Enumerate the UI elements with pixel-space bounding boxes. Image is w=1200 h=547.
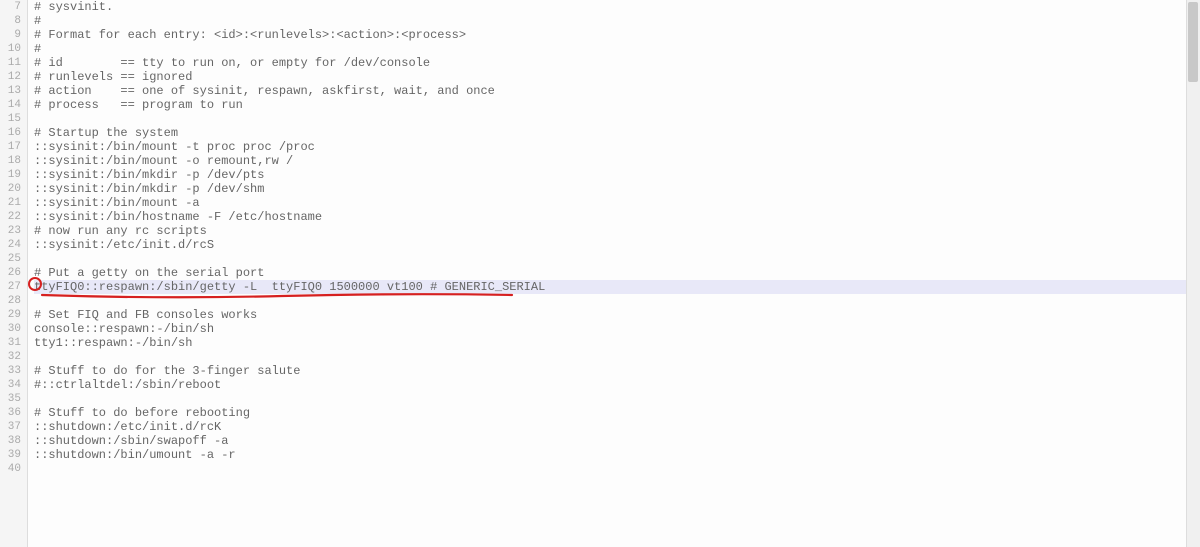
line-number: 32: [0, 350, 21, 364]
line-number: 38: [0, 434, 21, 448]
code-line[interactable]: # sysvinit.: [34, 0, 1200, 14]
line-number: 17: [0, 140, 21, 154]
vertical-scrollbar[interactable]: [1186, 0, 1200, 547]
code-line[interactable]: #::ctrlaltdel:/sbin/reboot: [34, 378, 1200, 392]
line-number: 7: [0, 0, 21, 14]
line-number: 27: [0, 280, 21, 294]
code-line[interactable]: # now run any rc scripts: [34, 224, 1200, 238]
code-line[interactable]: ::sysinit:/bin/mount -o remount,rw /: [34, 154, 1200, 168]
line-number: 15: [0, 112, 21, 126]
code-area[interactable]: # sysvinit.## Format for each entry: <id…: [28, 0, 1200, 547]
line-number: 21: [0, 196, 21, 210]
line-number: 39: [0, 448, 21, 462]
code-line[interactable]: ttyFIQ0::respawn:/sbin/getty -L ttyFIQ0 …: [34, 280, 1200, 294]
line-number: 23: [0, 224, 21, 238]
line-number: 33: [0, 364, 21, 378]
code-line[interactable]: ::sysinit:/bin/mkdir -p /dev/pts: [34, 168, 1200, 182]
code-line[interactable]: # runlevels == ignored: [34, 70, 1200, 84]
code-line[interactable]: # Set FIQ and FB consoles works: [34, 308, 1200, 322]
code-line[interactable]: ::sysinit:/bin/mount -a: [34, 196, 1200, 210]
code-line[interactable]: # id == tty to run on, or empty for /dev…: [34, 56, 1200, 70]
line-number: 14: [0, 98, 21, 112]
code-line[interactable]: [34, 392, 1200, 406]
line-number: 20: [0, 182, 21, 196]
line-number: 25: [0, 252, 21, 266]
code-line[interactable]: ::shutdown:/etc/init.d/rcK: [34, 420, 1200, 434]
code-line[interactable]: ::sysinit:/bin/hostname -F /etc/hostname: [34, 210, 1200, 224]
line-number: 10: [0, 42, 21, 56]
code-line[interactable]: [34, 462, 1200, 476]
code-line[interactable]: # action == one of sysinit, respawn, ask…: [34, 84, 1200, 98]
code-line[interactable]: # Stuff to do for the 3-finger salute: [34, 364, 1200, 378]
line-number: 34: [0, 378, 21, 392]
line-number-gutter: 7891011121314151617181920212223242526272…: [0, 0, 28, 547]
code-line[interactable]: [34, 350, 1200, 364]
line-number: 11: [0, 56, 21, 70]
line-number: 19: [0, 168, 21, 182]
code-line[interactable]: # Format for each entry: <id>:<runlevels…: [34, 28, 1200, 42]
code-line[interactable]: #: [34, 14, 1200, 28]
code-line[interactable]: ::shutdown:/sbin/swapoff -a: [34, 434, 1200, 448]
code-line[interactable]: # process == program to run: [34, 98, 1200, 112]
code-editor[interactable]: 7891011121314151617181920212223242526272…: [0, 0, 1200, 547]
scrollbar-thumb[interactable]: [1188, 2, 1198, 82]
code-line[interactable]: #: [34, 42, 1200, 56]
line-number: 30: [0, 322, 21, 336]
line-number: 16: [0, 126, 21, 140]
code-line[interactable]: [34, 294, 1200, 308]
code-line[interactable]: # Startup the system: [34, 126, 1200, 140]
line-number: 8: [0, 14, 21, 28]
code-line[interactable]: tty1::respawn:-/bin/sh: [34, 336, 1200, 350]
code-line[interactable]: # Put a getty on the serial port: [34, 266, 1200, 280]
code-line[interactable]: [34, 252, 1200, 266]
line-number: 31: [0, 336, 21, 350]
line-number: 40: [0, 462, 21, 476]
code-line[interactable]: ::sysinit:/bin/mount -t proc proc /proc: [34, 140, 1200, 154]
code-line[interactable]: ::sysinit:/bin/mkdir -p /dev/shm: [34, 182, 1200, 196]
line-number: 26: [0, 266, 21, 280]
line-number: 35: [0, 392, 21, 406]
line-number: 22: [0, 210, 21, 224]
code-line[interactable]: ::sysinit:/etc/init.d/rcS: [34, 238, 1200, 252]
line-number: 13: [0, 84, 21, 98]
line-number: 18: [0, 154, 21, 168]
line-number: 29: [0, 308, 21, 322]
line-number: 12: [0, 70, 21, 84]
code-line[interactable]: # Stuff to do before rebooting: [34, 406, 1200, 420]
line-number: 37: [0, 420, 21, 434]
code-line[interactable]: ::shutdown:/bin/umount -a -r: [34, 448, 1200, 462]
code-line[interactable]: [34, 112, 1200, 126]
line-number: 9: [0, 28, 21, 42]
line-number: 24: [0, 238, 21, 252]
line-number: 28: [0, 294, 21, 308]
code-line[interactable]: console::respawn:-/bin/sh: [34, 322, 1200, 336]
line-number: 36: [0, 406, 21, 420]
